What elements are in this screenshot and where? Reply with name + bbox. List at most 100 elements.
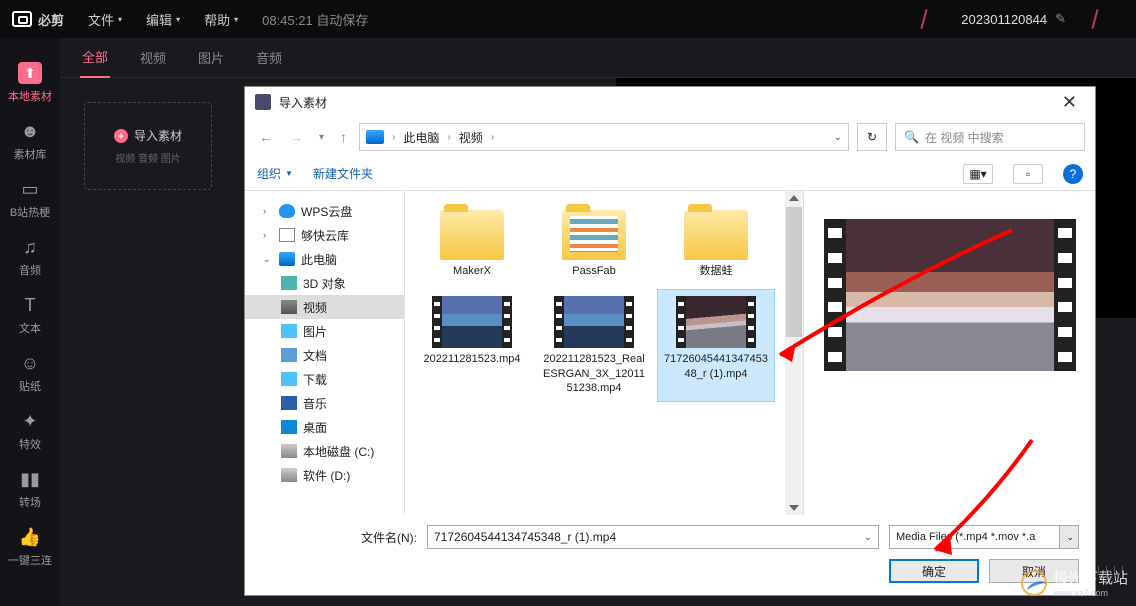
file-list: MakerXPassFab数据蛙 202211281523.mp420221128… xyxy=(405,191,785,515)
sticker-icon: ☺ xyxy=(18,352,42,374)
breadcrumb-root[interactable]: 此电脑 xyxy=(403,129,439,146)
folder-icon xyxy=(684,210,748,260)
close-button[interactable]: ✕ xyxy=(1054,92,1085,113)
top-menu-bar: 必剪 文件▾ 编辑▾ 帮助▾ 08:45:21 自动保存 20230112084… xyxy=(0,0,1136,38)
folder-icon xyxy=(281,348,297,362)
menu-edit[interactable]: 编辑▾ xyxy=(146,10,180,29)
tab-all[interactable]: 全部 xyxy=(80,37,110,78)
search-placeholder: 在 视频 中搜索 xyxy=(925,129,1004,146)
new-folder-button[interactable]: 新建文件夹 xyxy=(313,165,373,182)
address-box[interactable]: › 此电脑 › 视频 › ⌄ xyxy=(359,123,849,151)
caret-down-icon: ▼ xyxy=(285,169,293,178)
tree-label: 文档 xyxy=(303,347,327,364)
scrollbar[interactable] xyxy=(785,191,803,515)
nav-caret-icon[interactable]: ▾ xyxy=(315,128,328,147)
import-media-button[interactable]: +导入素材 视频 音频 图片 xyxy=(84,102,212,190)
autosave-status: 08:45:21 自动保存 xyxy=(262,10,368,29)
left-nav-rail: ⬆ 本地素材 ☻ 素材库 ▭ B站热梗 ♫ 音频 T 文本 ☺ 贴纸 ✦ 特效 … xyxy=(0,38,60,606)
smiley-icon: ☻ xyxy=(18,120,42,142)
rail-local-media[interactable]: ⬆ 本地素材 xyxy=(0,54,60,112)
view-mode-button[interactable]: ▦▾ xyxy=(963,164,993,184)
tab-video[interactable]: 视频 xyxy=(138,38,168,77)
rail-text[interactable]: T 文本 xyxy=(0,286,60,344)
folder-icon xyxy=(281,324,297,338)
rail-bili[interactable]: ▭ B站热梗 xyxy=(0,170,60,228)
file-item[interactable]: 7172604544134745348_r (1).mp4 xyxy=(657,289,775,402)
chevron-right-icon: › xyxy=(447,132,450,143)
folder-icon xyxy=(281,396,297,410)
preview-thumbnail xyxy=(824,219,1076,371)
media-tabs: 全部 视频 图片 音频 xyxy=(60,38,1136,78)
organize-menu[interactable]: 组织 ▼ xyxy=(257,165,293,182)
tree-item[interactable]: 3D 对象 xyxy=(245,271,404,295)
file-item[interactable]: MakerX xyxy=(413,203,531,285)
text-icon: T xyxy=(18,294,42,316)
filename-input[interactable]: 7172604544134745348_r (1).mp4 ⌄ xyxy=(427,525,879,549)
tree-item[interactable]: ›够快云库 xyxy=(245,223,404,247)
file-item[interactable]: 数据蛙 xyxy=(657,203,775,285)
file-item[interactable]: 202211281523.mp4 xyxy=(413,289,531,402)
rail-sticker[interactable]: ☺ 贴纸 xyxy=(0,344,60,402)
file-label: 7172604544134745348_r (1).mp4 xyxy=(660,352,772,381)
nav-up-icon[interactable]: ↑ xyxy=(336,125,351,149)
tree-item[interactable]: 本地磁盘 (C:) xyxy=(245,439,404,463)
tree-item[interactable]: 桌面 xyxy=(245,415,404,439)
nav-forward-icon[interactable]: → xyxy=(285,125,307,149)
tree-item[interactable]: 软件 (D:) xyxy=(245,463,404,487)
filename-label: 文件名(N): xyxy=(361,529,417,546)
preview-toggle-button[interactable]: ▫ xyxy=(1013,164,1043,184)
folder-icon xyxy=(562,210,626,260)
dialog-footer: 文件名(N): 7172604544134745348_r (1).mp4 ⌄ … xyxy=(245,515,1095,595)
folder-icon xyxy=(279,228,295,242)
tab-image[interactable]: 图片 xyxy=(196,38,226,77)
file-item[interactable]: 202211281523_RealESRGAN_3X_1201151238.mp… xyxy=(535,289,653,402)
tree-item[interactable]: 视频 xyxy=(245,295,404,319)
folder-icon xyxy=(279,204,295,218)
edit-icon[interactable]: ✎ xyxy=(1055,11,1066,27)
folder-icon xyxy=(281,468,297,482)
chevron-down-icon[interactable]: ⌄ xyxy=(834,132,842,143)
tv-icon: ▭ xyxy=(18,178,42,200)
tree-item[interactable]: 图片 xyxy=(245,319,404,343)
rail-fx[interactable]: ✦ 特效 xyxy=(0,402,60,460)
folder-icon xyxy=(281,420,297,434)
tab-audio[interactable]: 音频 xyxy=(254,38,284,77)
rail-combo[interactable]: 👍 一键三连 xyxy=(0,518,60,576)
tree-label: 3D 对象 xyxy=(303,275,346,292)
folder-tree: ›WPS云盘›够快云库⌄此电脑 3D 对象视频图片文档下载音乐桌面本地磁盘 (C:… xyxy=(245,191,405,515)
folder-icon xyxy=(279,252,295,266)
tree-label: 下载 xyxy=(303,371,327,388)
video-thumbnail-icon xyxy=(554,296,634,348)
ok-button[interactable]: 确定 xyxy=(889,559,979,583)
search-icon: 🔍 xyxy=(904,130,919,144)
pc-icon xyxy=(366,130,384,144)
file-item[interactable]: PassFab xyxy=(535,203,653,285)
app-name: 必剪 xyxy=(38,10,64,29)
refresh-button[interactable]: ↻ xyxy=(857,123,887,151)
nav-back-icon[interactable]: ← xyxy=(255,125,277,149)
app-logo: 必剪 xyxy=(12,10,64,29)
rail-audio[interactable]: ♫ 音频 xyxy=(0,228,60,286)
tree-item[interactable]: 文档 xyxy=(245,343,404,367)
tree-item[interactable]: 下载 xyxy=(245,367,404,391)
rail-library[interactable]: ☻ 素材库 xyxy=(0,112,60,170)
file-label: 202211281523_RealESRGAN_3X_1201151238.mp… xyxy=(538,352,650,395)
chevron-down-icon[interactable]: ⌄ xyxy=(864,532,872,543)
caret-down-icon: ▾ xyxy=(118,15,122,24)
menu-help[interactable]: 帮助▾ xyxy=(204,10,238,29)
rail-transition[interactable]: ▮▮ 转场 xyxy=(0,460,60,518)
tree-label: 此电脑 xyxy=(301,251,337,268)
breadcrumb-folder[interactable]: 视频 xyxy=(459,129,483,146)
search-input[interactable]: 🔍 在 视频 中搜索 xyxy=(895,123,1085,151)
tree-item[interactable]: ›WPS云盘 xyxy=(245,199,404,223)
menu-file[interactable]: 文件▾ xyxy=(88,10,122,29)
help-icon[interactable]: ? xyxy=(1063,164,1083,184)
tree-item[interactable]: 音乐 xyxy=(245,391,404,415)
video-thumbnail-icon xyxy=(432,296,512,348)
tree-item[interactable]: ⌄此电脑 xyxy=(245,247,404,271)
file-type-filter[interactable]: Media Files (*.mp4 *.mov *.a ⌄ xyxy=(889,525,1079,549)
caret-down-icon: ▾ xyxy=(234,15,238,24)
project-title[interactable]: 202301120844 xyxy=(961,12,1047,27)
tree-label: 够快云库 xyxy=(301,227,349,244)
watermark-text: 极光下载站 xyxy=(1053,567,1128,588)
